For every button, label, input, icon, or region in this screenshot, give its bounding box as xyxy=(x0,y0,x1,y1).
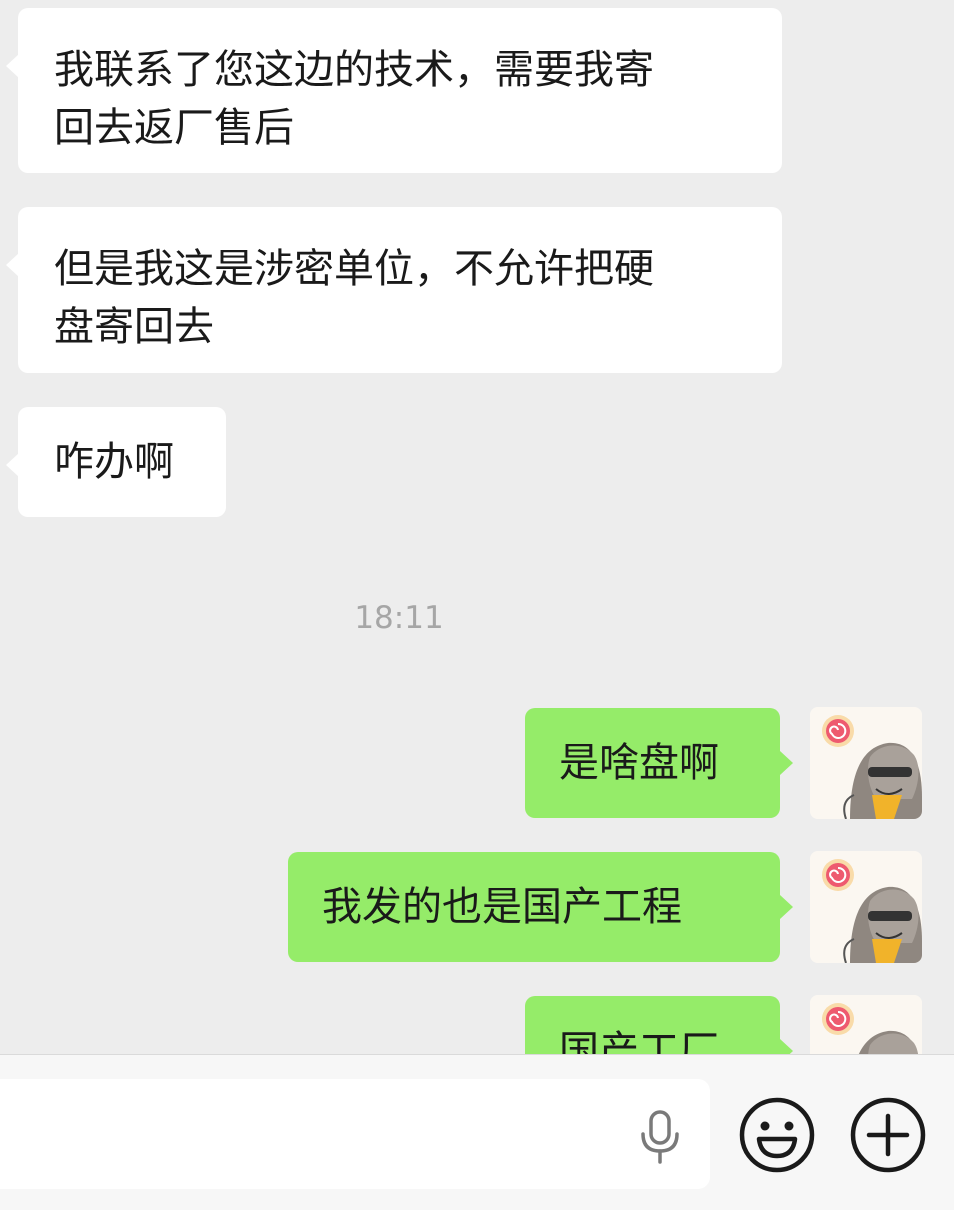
emoji-icon[interactable] xyxy=(738,1096,816,1174)
user-avatar[interactable] xyxy=(810,851,922,963)
chat-message-list[interactable]: 我联系了您这边的技术，需要我寄 回去返厂售后 但是我这是涉密单位，不允许把硬 盘… xyxy=(0,0,954,1054)
message-bubble-incoming[interactable]: 咋办啊 xyxy=(6,407,226,517)
avatar-image xyxy=(810,995,922,1054)
message-input[interactable] xyxy=(0,1079,710,1189)
plus-icon[interactable] xyxy=(849,1096,927,1174)
avatar-image xyxy=(810,707,922,819)
message-bubble-outgoing[interactable]: 是啥盘啊 xyxy=(525,708,793,818)
user-avatar[interactable] xyxy=(810,995,922,1054)
message-bubble-outgoing[interactable]: 国产工厂 xyxy=(525,996,793,1054)
user-avatar[interactable] xyxy=(810,707,922,819)
message-timestamp: 18:11 xyxy=(354,600,444,636)
message-bubble-outgoing[interactable]: 我发的也是国产工程 xyxy=(288,852,793,962)
chat-input-bar xyxy=(0,1054,954,1210)
avatar-image xyxy=(810,851,922,963)
message-bubble-incoming[interactable]: 但是我这是涉密单位，不允许把硬 盘寄回去 xyxy=(6,207,782,373)
microphone-icon[interactable] xyxy=(636,1109,684,1165)
message-bubble-incoming[interactable]: 我联系了您这边的技术，需要我寄 回去返厂售后 xyxy=(6,8,782,173)
